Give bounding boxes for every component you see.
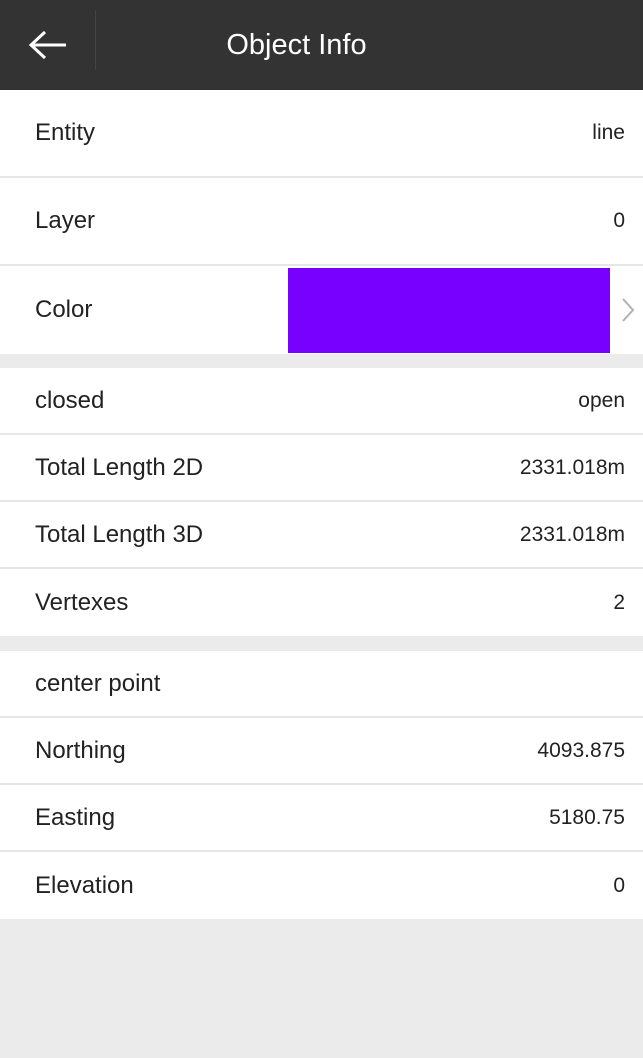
entity-row: Entity line <box>0 90 643 178</box>
entity-value: line <box>592 121 625 144</box>
northing-label: Northing <box>35 736 126 764</box>
total-length-3d-row: Total Length 3D 2331.018m <box>0 502 643 569</box>
easting-row: Easting 5180.75 <box>0 785 643 852</box>
total-length-3d-value: 2331.018m <box>519 522 625 546</box>
vertexes-row: Vertexes 2 <box>0 569 643 636</box>
center-point-group: center point Northing 4093.875 Easting 5… <box>0 651 643 919</box>
northing-row: Northing 4093.875 <box>0 718 643 785</box>
object-info-screen: Object Info Entity line Layer 0 Color cl… <box>0 0 643 1058</box>
elevation-value: 0 <box>613 873 625 897</box>
center-point-label: center point <box>35 669 161 697</box>
elevation-label: Elevation <box>35 871 134 899</box>
center-point-header-row: center point <box>0 651 643 718</box>
total-length-3d-label: Total Length 3D <box>35 520 204 548</box>
color-swatch[interactable] <box>288 268 610 353</box>
vertexes-label: Vertexes <box>35 588 129 616</box>
closed-row: closed open <box>0 368 643 435</box>
total-length-2d-row: Total Length 2D 2331.018m <box>0 435 643 502</box>
geometry-properties-group: closed open Total Length 2D 2331.018m To… <box>0 368 643 636</box>
arrow-left-icon <box>28 30 66 60</box>
total-length-2d-label: Total Length 2D <box>35 453 204 481</box>
northing-value: 4093.875 <box>537 738 625 762</box>
elevation-row: Elevation 0 <box>0 852 643 919</box>
layer-row: Layer 0 <box>0 178 643 266</box>
entity-label: Entity <box>35 119 96 146</box>
closed-label: closed <box>35 386 105 414</box>
color-label: Color <box>35 296 93 323</box>
easting-label: Easting <box>35 803 116 831</box>
total-length-2d-value: 2331.018m <box>519 455 625 479</box>
color-row[interactable]: Color <box>0 266 643 354</box>
chevron-right-icon[interactable] <box>621 266 635 354</box>
layer-label: Layer <box>35 207 96 234</box>
back-button[interactable] <box>0 0 95 90</box>
page-title: Object Info <box>226 29 367 61</box>
closed-value: open <box>578 388 625 412</box>
title-bar: Object Info <box>0 0 643 90</box>
easting-value: 5180.75 <box>549 805 625 829</box>
vertexes-value: 2 <box>613 590 625 614</box>
layer-value: 0 <box>613 209 625 232</box>
general-properties-group: Entity line Layer 0 Color <box>0 90 643 354</box>
